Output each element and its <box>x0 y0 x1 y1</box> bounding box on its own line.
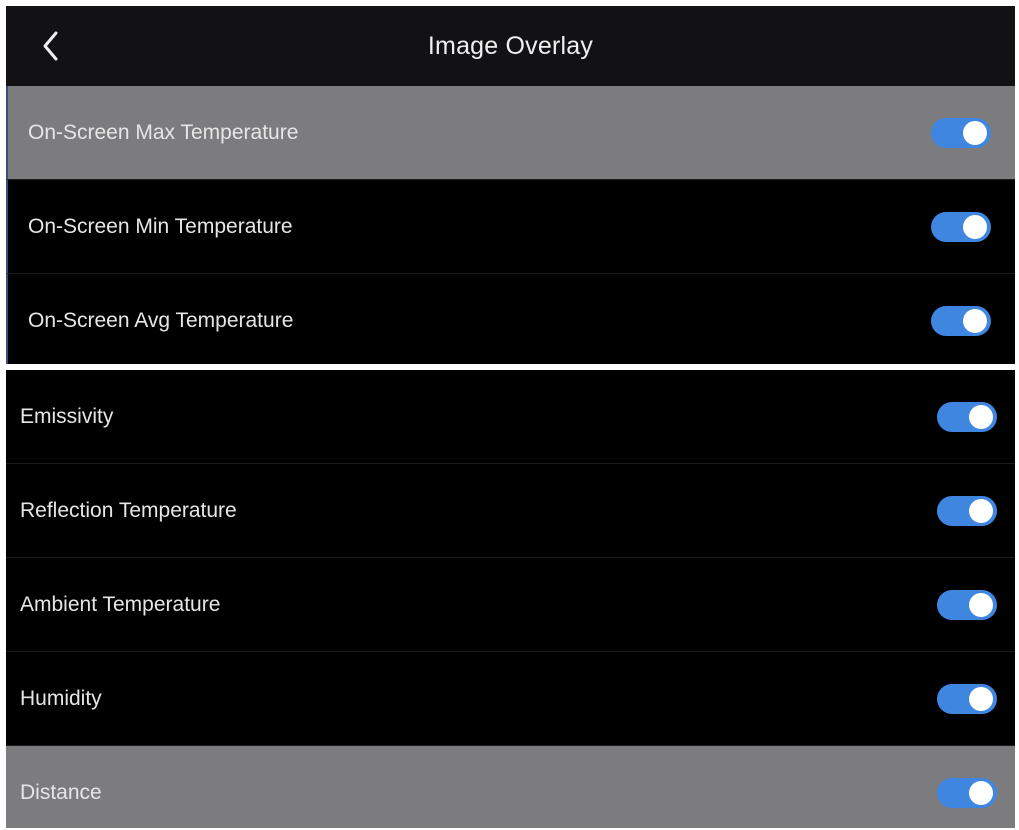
toggle-knob <box>969 686 993 711</box>
setting-label: Distance <box>20 780 102 804</box>
toggle-knob <box>969 404 993 429</box>
setting-row-avg-temperature[interactable]: On-Screen Avg Temperature <box>6 274 1015 364</box>
setting-label: On-Screen Max Temperature <box>28 120 299 144</box>
toggle-knob <box>963 214 987 239</box>
settings-panel-bottom: Emissivity Reflection Temperature Ambien… <box>6 370 1015 828</box>
setting-label: Humidity <box>20 686 102 710</box>
chevron-left-icon <box>43 31 58 61</box>
humidity-toggle[interactable] <box>937 683 997 714</box>
setting-label: Emissivity <box>20 404 114 428</box>
setting-row-emissivity[interactable]: Emissivity <box>6 370 1015 464</box>
setting-row-ambient-temperature[interactable]: Ambient Temperature <box>6 558 1015 652</box>
setting-row-reflection-temperature[interactable]: Reflection Temperature <box>6 464 1015 558</box>
ambient-temperature-toggle[interactable] <box>937 589 997 620</box>
setting-row-min-temperature[interactable]: On-Screen Min Temperature <box>6 180 1015 274</box>
setting-row-humidity[interactable]: Humidity <box>6 652 1015 746</box>
min-temperature-toggle[interactable] <box>931 211 991 242</box>
toggle-knob <box>963 120 987 145</box>
setting-row-max-temperature[interactable]: On-Screen Max Temperature <box>6 86 1015 180</box>
toggle-knob <box>969 498 993 523</box>
avg-temperature-toggle[interactable] <box>931 305 991 336</box>
setting-label: On-Screen Avg Temperature <box>28 308 294 332</box>
distance-toggle[interactable] <box>937 777 997 808</box>
max-temperature-toggle[interactable] <box>931 117 991 148</box>
setting-row-distance[interactable]: Distance <box>6 746 1015 828</box>
toggle-knob <box>963 308 987 333</box>
page-title: Image Overlay <box>427 31 594 60</box>
settings-panel-top: Image Overlay On-Screen Max Temperature … <box>6 6 1015 364</box>
toggle-knob <box>969 780 993 805</box>
setting-label: Reflection Temperature <box>20 498 237 522</box>
toggle-knob <box>969 592 993 617</box>
reflection-temperature-toggle[interactable] <box>937 495 997 526</box>
emissivity-toggle[interactable] <box>937 401 997 432</box>
app-header: Image Overlay <box>6 6 1015 86</box>
setting-label: Ambient Temperature <box>20 592 221 616</box>
back-button[interactable] <box>36 28 66 64</box>
setting-label: On-Screen Min Temperature <box>28 214 293 238</box>
